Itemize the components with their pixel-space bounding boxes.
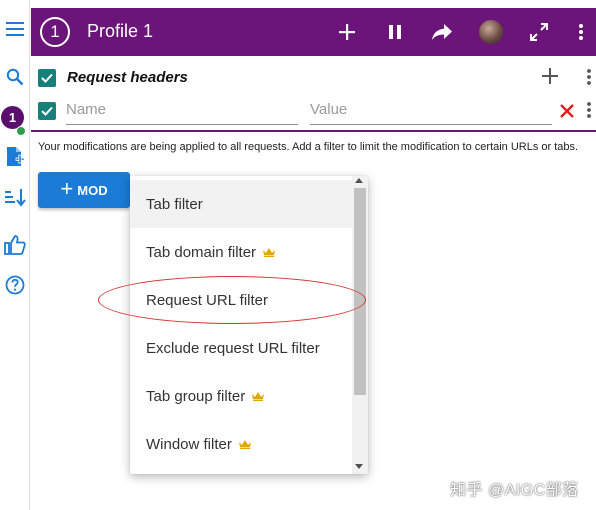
menu-item-tab-domain-filter[interactable]: Tab domain filter — [130, 228, 352, 276]
menu-item-tab-filter[interactable]: Tab filter — [130, 180, 352, 228]
left-rail: 1 — [0, 0, 30, 510]
menu-item-label: Window filter — [146, 435, 232, 453]
menu-item-label: Tab filter — [146, 195, 203, 213]
crown-icon — [238, 440, 251, 449]
menu-item-label: Tab group filter — [146, 387, 246, 405]
fullscreen-icon[interactable] — [525, 18, 553, 46]
filter-dropdown-menu: Tab filter Tab domain filter Request URL… — [130, 176, 368, 474]
menu-icon[interactable] — [0, 14, 30, 44]
header-name-input[interactable]: Name — [66, 99, 298, 125]
menu-item-label: Tab domain filter — [146, 243, 257, 261]
crown-icon — [252, 392, 265, 401]
sort-icon[interactable] — [0, 182, 30, 212]
menu-item-window-filter[interactable]: Window filter — [130, 420, 352, 468]
app-window: 1 1 Profile 1 Request headers Name Value… — [0, 0, 596, 510]
menu-item-exclude-request-url-filter[interactable]: Exclude request URL filter — [130, 324, 352, 372]
header-row-checkbox[interactable] — [38, 102, 56, 120]
section-divider — [31, 130, 596, 132]
user-avatar[interactable] — [479, 20, 503, 44]
search-icon[interactable] — [0, 62, 30, 92]
watermark: 知乎 @AIGC部落 — [450, 482, 579, 499]
add-icon[interactable] — [333, 18, 361, 46]
pause-icon[interactable] — [381, 18, 409, 46]
active-indicator — [16, 126, 26, 136]
help-icon[interactable] — [0, 270, 30, 300]
share-icon[interactable] — [428, 18, 456, 46]
profile-header: 1 Profile 1 — [31, 8, 596, 56]
crown-icon — [263, 248, 276, 257]
filter-note: Your modifications are being applied to … — [38, 141, 579, 153]
thumbs-up-icon[interactable] — [0, 230, 30, 260]
more-menu-icon[interactable] — [573, 18, 589, 46]
scroll-up-arrow-icon[interactable] — [355, 178, 363, 183]
add-mod-button[interactable]: + MOD — [38, 172, 130, 208]
header-value-input[interactable]: Value — [310, 99, 552, 125]
add-mod-label: MOD — [77, 182, 108, 198]
delete-header-icon[interactable] — [559, 103, 575, 119]
menu-item-tab-group-filter[interactable]: Tab group filter — [130, 372, 352, 420]
annotation-ellipse — [98, 276, 366, 324]
request-headers-title: Request headers — [67, 69, 188, 86]
section-more-icon[interactable] — [586, 68, 592, 86]
profile-title[interactable]: Profile 1 — [87, 21, 153, 42]
request-headers-checkbox[interactable] — [38, 69, 56, 87]
add-mod-plus: + — [60, 176, 74, 201]
add-header-icon[interactable] — [540, 66, 560, 86]
profile-number-circle[interactable]: 1 — [40, 17, 70, 47]
scroll-down-arrow-icon[interactable] — [355, 464, 363, 469]
row-more-icon[interactable] — [586, 101, 592, 119]
menu-item-label: Exclude request URL filter — [146, 339, 320, 357]
add-file-icon[interactable] — [0, 142, 30, 172]
